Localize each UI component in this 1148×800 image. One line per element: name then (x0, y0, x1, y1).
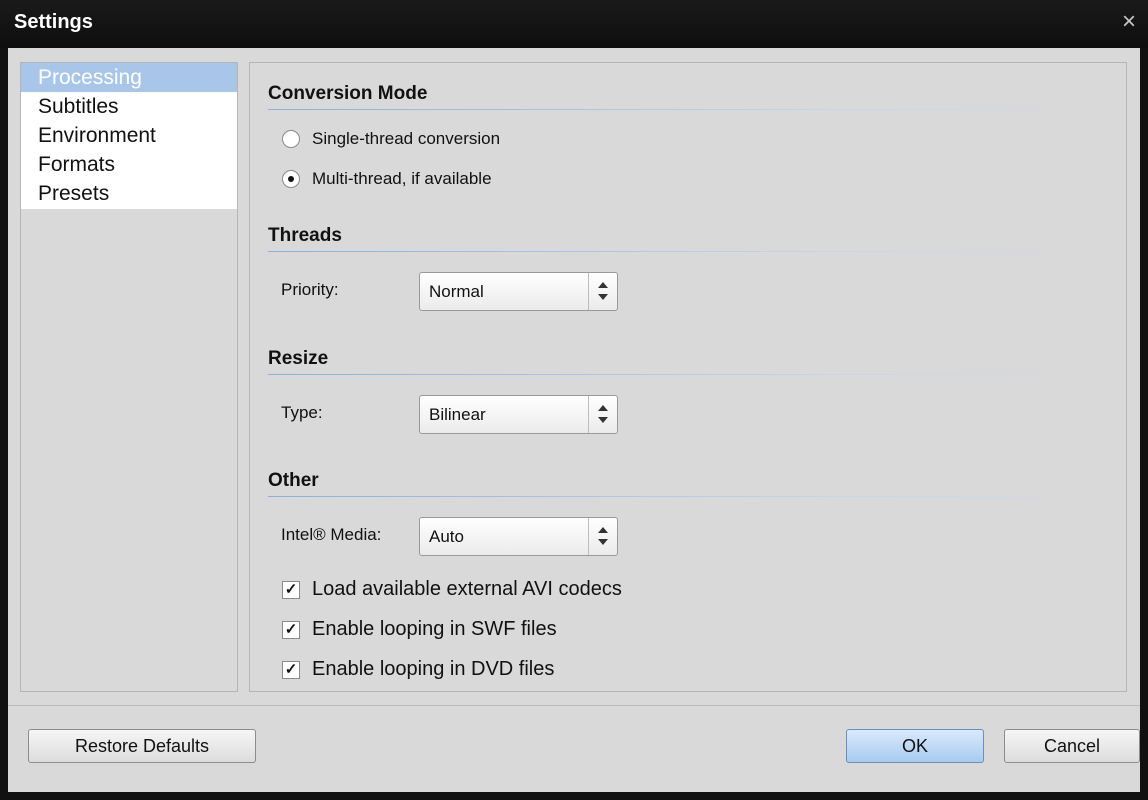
section-divider (268, 109, 1110, 110)
dialog-body: Processing Subtitles Environment Formats… (8, 48, 1140, 792)
resize-heading: Resize (268, 348, 329, 369)
avi-codecs-label: Load available external AVI codecs (312, 578, 622, 600)
multi-thread-radio[interactable] (282, 170, 300, 188)
swf-looping-checkbox[interactable]: ✓ (282, 621, 300, 639)
sidebar-list: Processing Subtitles Environment Formats… (21, 63, 237, 209)
threads-heading: Threads (268, 225, 342, 246)
sidebar-item-processing[interactable]: Processing (21, 63, 237, 92)
resize-type-value: Bilinear (429, 405, 486, 424)
sidebar-item-subtitles[interactable]: Subtitles (21, 92, 237, 121)
footer-divider (8, 705, 1140, 706)
title-bar: Settings × (0, 0, 1148, 48)
priority-select[interactable]: Normal (419, 272, 618, 311)
intel-media-select[interactable]: Auto (419, 517, 618, 556)
multi-thread-label: Multi-thread, if available (312, 169, 492, 188)
intel-media-label: Intel® Media: (281, 525, 382, 544)
section-divider (268, 251, 1110, 252)
resize-type-spinner-icon[interactable] (588, 396, 617, 433)
dvd-looping-checkbox[interactable]: ✓ (282, 661, 300, 679)
single-thread-radio[interactable] (282, 130, 300, 148)
dvd-looping-label: Enable looping in DVD files (312, 658, 555, 680)
single-thread-label: Single-thread conversion (312, 129, 501, 148)
priority-value: Normal (429, 282, 484, 301)
intel-media-value: Auto (429, 527, 464, 546)
other-heading: Other (268, 470, 319, 491)
resize-type-label: Type: (281, 403, 323, 422)
processing-panel: Conversion Mode Single-thread conversion… (249, 62, 1127, 692)
conversion-mode-heading: Conversion Mode (268, 83, 428, 104)
sidebar-item-formats[interactable]: Formats (21, 150, 237, 179)
intel-media-spinner-icon[interactable] (588, 518, 617, 555)
settings-window: Settings × Processing Subtitles Environm… (0, 0, 1148, 800)
ok-button[interactable]: OK (846, 729, 984, 763)
section-divider (268, 496, 1110, 497)
sidebar-item-presets[interactable]: Presets (21, 179, 237, 208)
resize-type-select[interactable]: Bilinear (419, 395, 618, 434)
avi-codecs-checkbox[interactable]: ✓ (282, 581, 300, 599)
window-title: Settings (14, 11, 93, 33)
restore-defaults-button[interactable]: Restore Defaults (28, 729, 256, 763)
settings-sidebar: Processing Subtitles Environment Formats… (20, 62, 238, 692)
swf-looping-label: Enable looping in SWF files (312, 618, 557, 640)
sidebar-item-environment[interactable]: Environment (21, 121, 237, 150)
priority-spinner-icon[interactable] (588, 273, 617, 310)
section-divider (268, 374, 1110, 375)
priority-label: Priority: (281, 280, 339, 299)
cancel-button[interactable]: Cancel (1004, 729, 1140, 763)
close-icon[interactable]: × (1122, 8, 1136, 36)
